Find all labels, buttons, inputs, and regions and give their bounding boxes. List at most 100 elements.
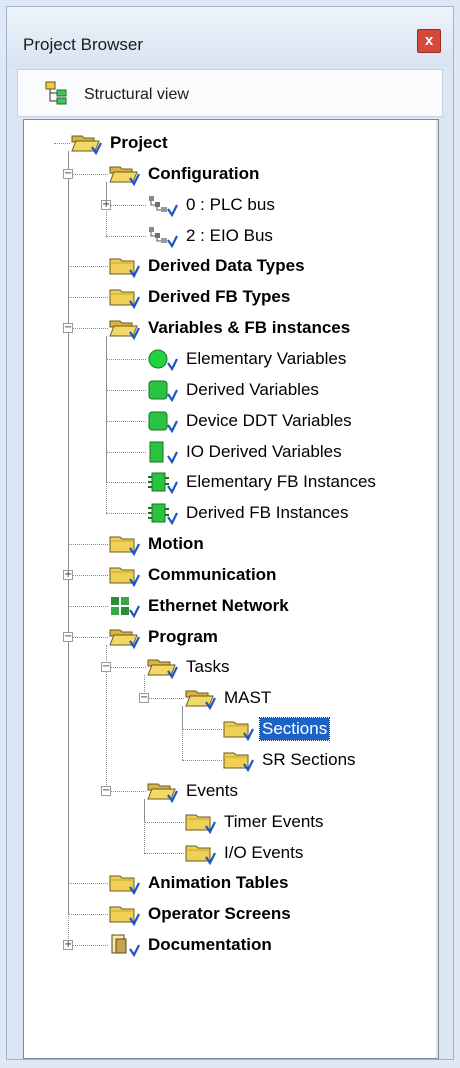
- tree-item-label: IO Derived Variables: [186, 441, 342, 461]
- project-browser-window: Project Browser x Structural view Projec…: [6, 6, 454, 1060]
- tree-connector-line: [68, 574, 108, 576]
- tree-connector-line: [106, 358, 146, 360]
- expand-toggle[interactable]: +: [101, 199, 111, 210]
- view-label: Structural view: [84, 86, 189, 103]
- tree-connector-line: [182, 706, 183, 760]
- tree-connector-line: [106, 451, 146, 453]
- folder-icon: [108, 532, 142, 557]
- var-io-icon: [146, 440, 180, 464]
- collapse-toggle[interactable]: −: [139, 693, 149, 704]
- fb-icon: [146, 470, 180, 495]
- folder-open-icon: [108, 625, 142, 649]
- expand-toggle[interactable]: +: [63, 569, 73, 580]
- tree-connector-line: [68, 297, 108, 299]
- tree-item-label: Program: [148, 626, 218, 646]
- panel-title: Project Browser: [23, 35, 143, 54]
- tree-item-label: Documentation: [148, 935, 272, 955]
- tree-item-label: Variables & FB instances: [148, 318, 351, 338]
- tree-item-label: Events: [186, 780, 238, 800]
- tree-item-label: SR Sections: [262, 750, 356, 769]
- tree-item-label: Elementary Variables: [186, 348, 347, 368]
- folder-open-icon: [108, 162, 142, 187]
- tree-connector-line: [182, 760, 222, 761]
- title-bar: Project Browser x: [7, 7, 453, 67]
- tree-panel-edge: [436, 120, 438, 1058]
- tree-item-label: Configuration: [148, 163, 260, 183]
- tree-connector-line: [68, 544, 108, 546]
- tree-item-label: Device DDT Variables: [186, 410, 352, 430]
- tree-item-label: I/O Events: [224, 842, 304, 862]
- tree-connector-line: [106, 336, 107, 514]
- collapse-toggle[interactable]: −: [101, 785, 111, 796]
- tree-item-label: Ethernet Network: [148, 595, 289, 615]
- tree-item-label: 2 : EIO Bus: [186, 225, 273, 245]
- view-selector[interactable]: Structural view: [17, 69, 443, 117]
- tree-connector-line: [68, 636, 108, 638]
- tree-connector-line: [68, 945, 108, 947]
- tree-item-label: Sections: [258, 717, 331, 742]
- folder-open-icon: [184, 686, 218, 711]
- tree-connector-line: [54, 143, 70, 144]
- tree-item-label: Elementary FB Instances: [186, 472, 376, 492]
- folder-open-icon: [108, 316, 142, 341]
- structural-view-icon: [44, 80, 70, 111]
- collapse-toggle[interactable]: −: [63, 168, 73, 179]
- expand-toggle[interactable]: +: [63, 940, 73, 951]
- var-circle-icon: [146, 347, 180, 372]
- tree-connector-line: [144, 798, 145, 853]
- doc-icon: [108, 933, 142, 958]
- folder-icon: [222, 748, 256, 773]
- tree-connector-line: [68, 266, 108, 268]
- close-button[interactable]: x: [417, 29, 441, 53]
- tree-connector-line: [106, 420, 146, 422]
- tree-connector-line: [106, 790, 146, 792]
- tree-connector-line: [182, 729, 222, 731]
- tree-item-label: MAST: [224, 688, 272, 708]
- var-square-icon: [146, 378, 180, 402]
- folder-icon: [184, 841, 218, 865]
- folder-icon: [108, 285, 142, 310]
- collapse-toggle[interactable]: −: [63, 631, 73, 642]
- tree-connector-line: [106, 482, 146, 484]
- folder-icon: [108, 902, 142, 927]
- tree-connector-line: [106, 204, 146, 206]
- tree-connector-line: [106, 513, 146, 515]
- collapse-toggle[interactable]: −: [101, 662, 111, 673]
- tree-item-label: Derived FB Types: [148, 287, 291, 307]
- tree-item-label: 0 : PLC bus: [186, 194, 275, 214]
- tree-connector-line: [68, 914, 108, 916]
- folder-open-icon: [146, 779, 180, 804]
- tree-item-label: Derived Variables: [186, 379, 319, 399]
- folder-open-icon: [70, 131, 104, 156]
- folder-icon: [108, 563, 142, 588]
- collapse-toggle[interactable]: −: [63, 323, 73, 334]
- bus-icon: [146, 193, 180, 217]
- bus-icon: [146, 224, 180, 248]
- tree-connector-line: [106, 235, 146, 237]
- tree-item-label: Operator Screens: [148, 904, 291, 924]
- tree-connector-line: [144, 821, 184, 823]
- project-tree-panel[interactable]: Project Configuration − 0 : PLC bus +2 : EIO…: [23, 119, 439, 1059]
- tree-item-label: Project: [110, 133, 168, 152]
- folder-icon: [108, 871, 142, 896]
- fb-icon: [146, 501, 180, 526]
- tree-item-label: Timer Events: [224, 811, 324, 831]
- tree-connector-line: [144, 698, 184, 700]
- tree-item-label: Animation Tables: [148, 873, 289, 893]
- network-icon: [108, 594, 142, 618]
- tree-item-label: Derived FB Instances: [186, 503, 349, 523]
- tree-connector-line: [68, 173, 108, 175]
- project-tree[interactable]: Project Configuration − 0 : PLC bus +2 : EIO…: [24, 120, 438, 1058]
- tree-item-label: Communication: [148, 564, 277, 584]
- tree-item-label: Derived Data Types: [148, 256, 305, 276]
- tree-connector-line: [106, 667, 146, 669]
- tree-connector-line: [68, 605, 108, 607]
- var-square-icon: [146, 409, 180, 433]
- tree-item-label: Motion: [148, 534, 204, 554]
- tree-connector-line: [68, 883, 108, 885]
- tree-connector-line: [144, 852, 184, 854]
- tree-connector-line: [68, 151, 69, 946]
- tree-connector-line: [106, 389, 146, 391]
- folder-icon: [184, 810, 218, 834]
- tree-item-label: Tasks: [186, 657, 230, 677]
